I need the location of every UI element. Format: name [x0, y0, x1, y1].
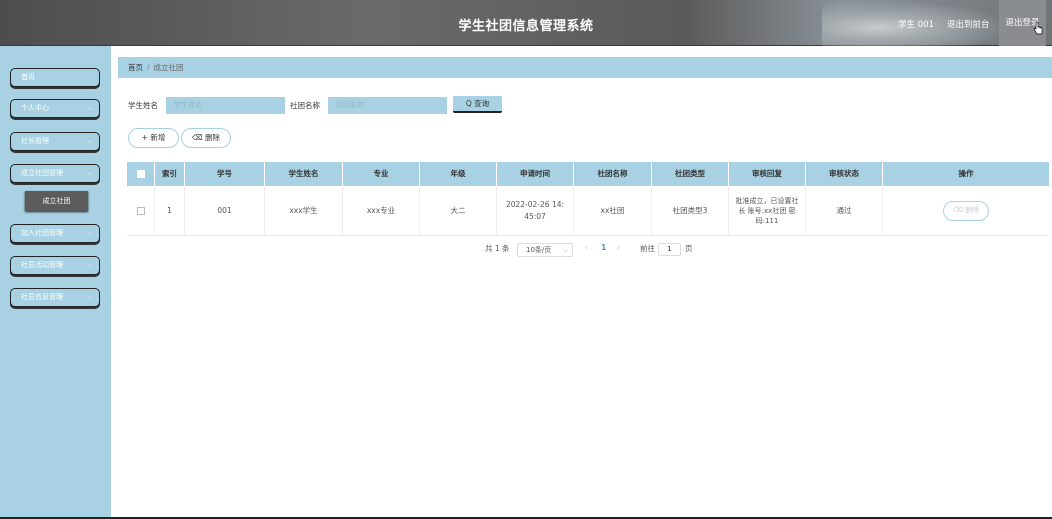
header-student-name: 学生姓名	[265, 162, 343, 186]
chevron-down-icon: ⌵	[87, 229, 93, 237]
exit-to-frontend-link[interactable]: 退出到前台	[947, 18, 990, 30]
header-operations: 操作	[958, 169, 974, 178]
cell-student-name: xxx学生	[265, 186, 343, 236]
sidebar-item-label: 成立社团管理	[21, 169, 63, 177]
page-size-value: 10条/页	[526, 246, 552, 254]
cell-major: xxx专业	[343, 186, 420, 236]
chevron-down-icon: ⌵	[87, 293, 93, 301]
sidebar-item-label: 首页	[21, 73, 35, 81]
app-title: 学生社团信息管理系统	[458, 19, 594, 34]
student-name-label: 学生姓名	[128, 101, 158, 110]
sidebar-item-member-info-management[interactable]: 社员信息管理 ⌵	[10, 288, 100, 307]
prev-page-button[interactable]: ‹	[585, 243, 588, 252]
mouse-cursor-icon	[1033, 21, 1043, 35]
table-header: 索引 学号 学生姓名 专业 年级 申请时间 社团名称 社团类型 审核回复 审核状…	[127, 162, 1049, 186]
header-club-name: 社团名称	[574, 162, 652, 186]
pagination-total: 共 1 条	[485, 244, 510, 253]
next-page-button[interactable]: ›	[617, 243, 620, 252]
cell-operations: ⌫ 删除	[883, 186, 1049, 236]
row-delete-button[interactable]: ⌫ 删除	[943, 201, 989, 221]
chevron-up-icon: ⌵	[87, 169, 93, 177]
student-name-input[interactable]: 学生姓名	[166, 97, 285, 114]
page-unit-label: 页	[685, 244, 693, 253]
table-row: 1 001 xxx学生 xxx专业 大二 2022-02-26 14:45:07…	[127, 186, 1049, 236]
top-header: 学生社团信息管理系统 学生 001 退出到前台 退出登录	[0, 0, 1052, 46]
header-review-status: 审核状态	[806, 162, 883, 186]
sidebar-item-home[interactable]: 首页	[10, 68, 100, 87]
sidebar-subitem-found-club[interactable]: 成立社团	[25, 191, 88, 211]
goto-page-input[interactable]: 1	[658, 243, 681, 256]
chevron-down-icon: ⌵	[87, 137, 93, 145]
cell-index: 1	[155, 186, 185, 236]
cell-review-status: 通过	[806, 186, 883, 236]
search-button[interactable]: Q 查询	[453, 96, 502, 113]
sidebar-item-member-activity-management[interactable]: 社员活动管理 ⌵	[10, 256, 100, 275]
sidebar-item-label: 加入社团管理	[21, 229, 63, 237]
sidebar-item-president-management[interactable]: 社长管理 ⌵	[10, 132, 100, 151]
row-checkbox[interactable]	[127, 186, 155, 236]
delete-button[interactable]: ⌫ 删除	[181, 128, 231, 148]
cell-club-name: xx社团	[574, 186, 652, 236]
club-name-input[interactable]: 社团名称	[328, 97, 447, 114]
cell-club-type: 社团类型3	[652, 186, 729, 236]
chevron-down-icon: ⌵	[87, 104, 93, 112]
page-number-current[interactable]: 1	[601, 243, 606, 252]
club-name-label: 社团名称	[290, 101, 320, 110]
header-student-id: 学号	[185, 162, 265, 186]
current-user: 学生 001	[898, 20, 934, 30]
sidebar-item-label: 社员活动管理	[21, 261, 63, 269]
breadcrumb: 首页 / 成立社团	[118, 57, 1052, 78]
checkbox-icon	[136, 170, 145, 178]
checkbox-icon	[136, 207, 145, 215]
chevron-down-icon: ⌵	[87, 261, 93, 269]
breadcrumb-current: 成立社团	[153, 63, 184, 72]
goto-label: 前往	[640, 244, 655, 253]
cell-grade: 大二	[420, 186, 497, 236]
sidebar-item-club-founding-management[interactable]: 成立社团管理 ⌵	[10, 164, 100, 183]
page-size-select[interactable]: 10条/页 ⌵	[517, 243, 573, 257]
add-button[interactable]: + 新增	[128, 128, 179, 148]
select-all-checkbox[interactable]	[127, 162, 155, 186]
cell-apply-time: 2022-02-26 14:45:07	[497, 186, 574, 236]
header-grade: 年级	[420, 162, 497, 186]
chevron-down-icon: ⌵	[562, 246, 568, 254]
breadcrumb-home[interactable]: 首页	[128, 63, 143, 72]
sidebar-item-profile[interactable]: 个人中心 ⌵	[10, 99, 100, 118]
cell-student-id: 001	[185, 186, 265, 236]
sidebar-item-label: 个人中心	[21, 104, 49, 112]
header-club-type: 社团类型	[652, 162, 729, 186]
sidebar-item-label: 社员信息管理	[21, 293, 63, 301]
header-apply-time: 申请时间	[497, 162, 574, 186]
breadcrumb-separator: /	[147, 63, 150, 72]
sidebar-item-label: 社长管理	[21, 137, 49, 145]
cell-review-reply: 批准成立，已设置社长 账号:xx社团 密码:111	[729, 186, 806, 236]
sidebar-item-join-club-management[interactable]: 加入社团管理 ⌵	[10, 224, 100, 243]
header-major: 专业	[343, 162, 420, 186]
header-review-reply: 审核回复	[729, 162, 806, 186]
header-index: 索引	[155, 162, 185, 186]
